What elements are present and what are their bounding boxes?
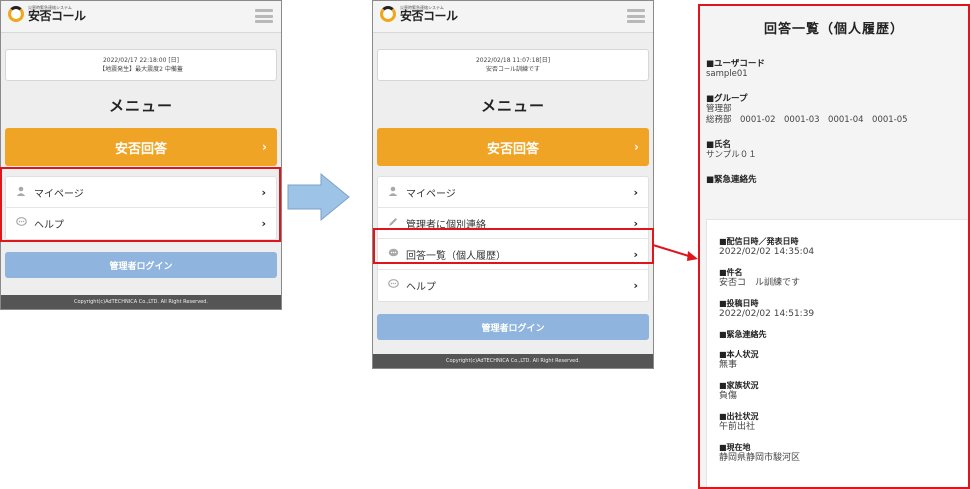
field-value: サンプル０１ [706,150,757,160]
field-value: 2022/02/02 14:35:04 [719,247,815,257]
field-value: 負傷 [719,391,738,401]
top-bar: 災害時緊急連絡システム 安否コール [1,1,281,33]
answer-record-card: ■配信日時／発表日時 2022/02/02 14:35:04 ■件名 安否コ ル… [706,219,968,487]
menu-title: メニュー [480,97,545,115]
phone-screen-menu-admin: 災害時緊急連絡システム 安否コール 2022/02/18 11:07:18[日]… [372,0,654,369]
field-value: 静岡県静岡市駿河区 [719,453,801,463]
chevron-right-icon: › [262,140,267,154]
notice-datetime: 2022/02/17 22:18:00 [日] [102,57,180,64]
chevron-right-icon: › [634,140,639,154]
history-title: 回答一覧（個人履歴） [763,22,904,37]
red-arrow-icon [652,244,698,261]
app-logo: 災害時緊急連絡システム 安否コール [8,6,86,22]
field-label: ■現在地 [719,443,751,452]
safety-answer-label: 安否回答 [486,141,539,157]
field-label: ■配信日時／発表日時 [719,237,799,246]
field-emergency-contact: ■緊急連絡先 [719,329,968,340]
menu-item-help[interactable]: ヘルプ › [378,270,648,301]
top-bar: 災害時緊急連絡システム 安否コール [373,1,653,33]
field-label: ■出社状況 [719,412,759,421]
menu-item-label: マイページ [406,188,456,200]
field-label: ■投稿日時 [719,299,759,308]
field-name: ■氏名 サンプル０１ [706,138,968,161]
field-value: 安否コ ル訓練です [719,278,801,288]
app-logo: 災害時緊急連絡システム 安否コール [380,6,458,22]
notice-datetime: 2022/02/18 11:07:18[日] [475,57,551,64]
phone-screen-menu: 災害時緊急連絡システム 安否コール 2022/02/17 22:18:00 [日… [0,0,282,310]
admin-login-button[interactable]: 管理者ログイン [5,252,277,278]
logo-text: 安否コール [400,9,458,23]
chat-icon [386,279,400,292]
person-icon [386,186,400,199]
field-delivery-datetime: ■配信日時／発表日時 2022/02/02 14:35:04 [719,236,968,258]
answer-history-panel: 回答一覧（個人履歴） ■ユーザコード sample01 ■グループ 管理部 総務… [698,4,970,489]
hamburger-menu-icon[interactable] [255,9,273,23]
field-value: 総務部 0001-02 0001-03 0001-04 0001-05 [706,115,908,125]
safety-answer-button[interactable]: 安否回答 › [5,128,277,166]
field-label: ■本人状況 [719,350,759,359]
field-label: ■氏名 [706,140,732,150]
highlight-box-mypage-help [0,167,281,242]
field-label: ■緊急連絡先 [719,330,767,339]
field-label: ■ユーザコード [706,59,765,69]
menu-item-mypage[interactable]: マイページ › [378,177,648,208]
user-info-section: ■ユーザコード sample01 ■グループ 管理部 総務部 0001-02 0… [700,57,968,185]
safety-answer-label: 安否回答 [114,141,167,157]
menu-item-label: ヘルプ [406,282,436,293]
field-value: 午前出社 [719,422,756,432]
logo-icon [8,6,24,22]
notice-box: 2022/02/17 22:18:00 [日] 【地震発生】最大震度2 中備蓋 [5,49,277,81]
field-value: 無事 [719,360,738,370]
safety-answer-button[interactable]: 安否回答 › [377,128,649,166]
logo-icon [380,6,396,22]
field-post-datetime: ■投稿日時 2022/02/02 14:51:39 [719,298,968,320]
field-label: ■件名 [719,268,743,277]
logo-text: 安否コール [28,9,86,23]
notice-message: 安否コール訓練です [485,66,540,73]
menu-title: メニュー [108,97,173,115]
field-user-code: ■ユーザコード sample01 [706,57,968,80]
footer-copyright: Copyright(c)AdTECHNICA Co.,LTD. All Righ… [1,295,281,309]
notice-box: 2022/02/18 11:07:18[日] 安否コール訓練です [377,49,649,81]
field-family-status: ■家族状況 負傷 [719,380,968,402]
chevron-right-icon: › [633,279,638,292]
chevron-right-icon: › [633,185,638,199]
notice-message: 【地震発生】最大震度2 中備蓋 [99,66,183,73]
hamburger-menu-icon[interactable] [627,9,645,23]
field-group: ■グループ 管理部 総務部 0001-02 0001-03 0001-04 00… [706,92,968,126]
highlight-box-answer-history [373,228,654,264]
field-value: 2022/02/02 14:51:39 [719,309,815,319]
field-label: ■家族状況 [719,381,759,390]
field-emergency-contact: ■緊急連絡先 [706,173,968,185]
field-label: ■緊急連絡先 [706,175,757,185]
field-label: ■グループ [706,94,748,104]
field-value: 管理部 [706,104,732,114]
right-arrow-icon [287,172,350,222]
field-current-location: ■現在地 静岡県静岡市駿河区 [719,442,968,464]
field-subject: ■件名 安否コ ル訓練です [719,267,968,289]
footer-copyright: Copyright(c)AdTECHNICA Co.,LTD. All Righ… [373,354,653,368]
field-attendance-status: ■出社状況 午前出社 [719,411,968,433]
field-self-status: ■本人状況 無事 [719,349,968,371]
admin-login-button[interactable]: 管理者ログイン [377,314,649,340]
field-value: sample01 [706,69,748,79]
